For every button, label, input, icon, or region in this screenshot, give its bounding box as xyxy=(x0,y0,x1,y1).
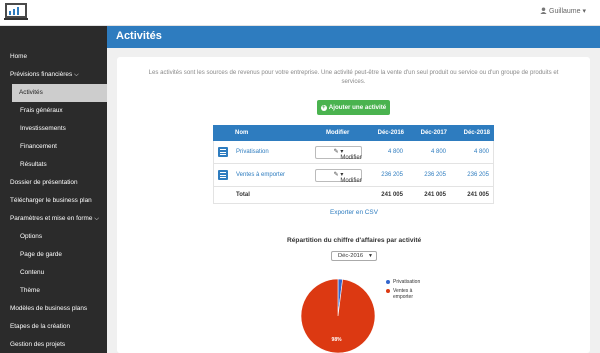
chart-title: Répartition du chiffre d'affaires par ac… xyxy=(287,237,422,244)
cell-y1: 4 800 xyxy=(387,149,403,155)
page-title: Activités xyxy=(116,30,162,42)
revenue-pie-chart: 98% xyxy=(300,278,376,353)
export-csv-link[interactable]: Exporter en CSV xyxy=(330,209,378,216)
table-row: Ventes à emporter ✎ Modifier ▾ 236 205 2… xyxy=(213,164,494,187)
user-name: Guillaume ▾ xyxy=(549,8,586,15)
sidebar-item-financement[interactable]: Financement xyxy=(0,138,107,156)
sidebar-item-resultats[interactable]: Résultats xyxy=(0,156,107,174)
table-row: Privatisation ✎ Modifier ▾ 4 800 4 800 4… xyxy=(213,141,494,164)
activities-table: Nom Modifier Déc-2016 Déc-2017 Déc-2018 … xyxy=(213,125,494,204)
period-select-value: Déc-2016 xyxy=(338,253,364,259)
chart-legend: Privatisation Ventes à emporter xyxy=(386,279,421,303)
legend-item[interactable]: Privatisation xyxy=(386,279,421,285)
app-logo[interactable] xyxy=(4,2,28,22)
page-header: Activités xyxy=(107,26,600,48)
plus-icon: + xyxy=(320,105,327,111)
activity-name-link[interactable]: Privatisation xyxy=(236,141,269,164)
legend-item[interactable]: Ventes à emporter xyxy=(386,288,421,300)
sidebar-item-modeles[interactable]: Modèles de business plans xyxy=(0,300,107,318)
sidebar-item-dossier[interactable]: Dossier de présentation xyxy=(0,174,107,192)
sidebar-item-gestion[interactable]: Gestion des projets xyxy=(0,336,107,353)
intro-text: Les activités sont les sources de revenu… xyxy=(148,69,559,85)
cell-y3: 236 205 xyxy=(467,172,489,178)
col-modifier: Modifier xyxy=(326,130,350,136)
activity-name-link[interactable]: Ventes à emporter xyxy=(236,164,285,187)
cell-y3: 4 800 xyxy=(473,149,489,155)
modify-button[interactable]: ✎ Modifier ▾ xyxy=(315,146,362,161)
user-icon xyxy=(540,7,547,14)
period-select[interactable]: Déc-2016 ▼ xyxy=(331,251,377,261)
col-y1[interactable]: Déc-2016 xyxy=(378,125,404,141)
sidebar-item-label: Paramètres et mise en forme xyxy=(10,215,93,222)
total-y3: 241 005 xyxy=(467,192,489,198)
add-activity-button[interactable]: + Ajouter une activité xyxy=(317,100,390,115)
cell-y2: 236 205 xyxy=(424,172,446,178)
total-y1: 241 005 xyxy=(381,192,403,198)
add-activity-label: Ajouter une activité xyxy=(328,104,387,111)
sidebar-item-etapes[interactable]: Etapes de la création xyxy=(0,318,107,336)
col-nom[interactable]: Nom xyxy=(235,125,248,141)
sidebar: Home Prévisions financières ⌵ Activités F… xyxy=(0,26,107,353)
sidebar-item-page-de-garde[interactable]: Page de garde xyxy=(0,246,107,264)
sidebar-item-investissements[interactable]: Investissements xyxy=(0,120,107,138)
sidebar-item-previsions[interactable]: Prévisions financières ⌵ xyxy=(0,66,107,84)
sidebar-item-telecharger[interactable]: Télécharger le business plan xyxy=(0,192,107,210)
legend-label: Privatisation xyxy=(393,279,421,285)
sidebar-item-label: Prévisions financières xyxy=(10,71,73,78)
sidebar-item-frais-generaux[interactable]: Frais généraux xyxy=(0,102,107,120)
col-y2[interactable]: Déc-2017 xyxy=(421,125,447,141)
chevron-down-icon: ⌵ xyxy=(74,72,79,78)
cell-y2: 4 800 xyxy=(430,149,446,155)
modify-button[interactable]: ✎ Modifier ▾ xyxy=(315,169,362,184)
table-total-row: Total 241 005 241 005 241 005 xyxy=(213,187,494,204)
col-y3[interactable]: Déc-2018 xyxy=(464,125,490,141)
chevron-down-icon: ⌵ xyxy=(94,216,99,222)
user-menu[interactable]: Guillaume ▾ xyxy=(540,7,586,15)
cell-y1: 236 205 xyxy=(381,172,403,178)
total-label: Total xyxy=(236,192,250,198)
sidebar-item-options[interactable]: Options xyxy=(0,228,107,246)
chevron-down-icon: ▼ xyxy=(368,253,373,259)
list-icon[interactable] xyxy=(218,170,228,180)
legend-label: Ventes à emporter xyxy=(393,288,414,300)
top-bar: Guillaume ▾ xyxy=(0,0,600,26)
total-y2: 241 005 xyxy=(424,192,446,198)
sidebar-item-home[interactable]: Home xyxy=(0,48,107,66)
table-header: Nom Modifier Déc-2016 Déc-2017 Déc-2018 xyxy=(213,125,494,141)
legend-swatch xyxy=(386,280,390,284)
legend-swatch xyxy=(386,289,390,293)
pie-slice-label: 98% xyxy=(332,337,343,343)
sidebar-item-contenu[interactable]: Contenu xyxy=(0,264,107,282)
sidebar-item-activites[interactable]: Activités xyxy=(12,84,107,102)
list-icon[interactable] xyxy=(218,147,228,157)
sidebar-item-parametres[interactable]: Paramètres et mise en forme ⌵ xyxy=(0,210,107,228)
sidebar-item-theme[interactable]: Thème xyxy=(0,282,107,300)
